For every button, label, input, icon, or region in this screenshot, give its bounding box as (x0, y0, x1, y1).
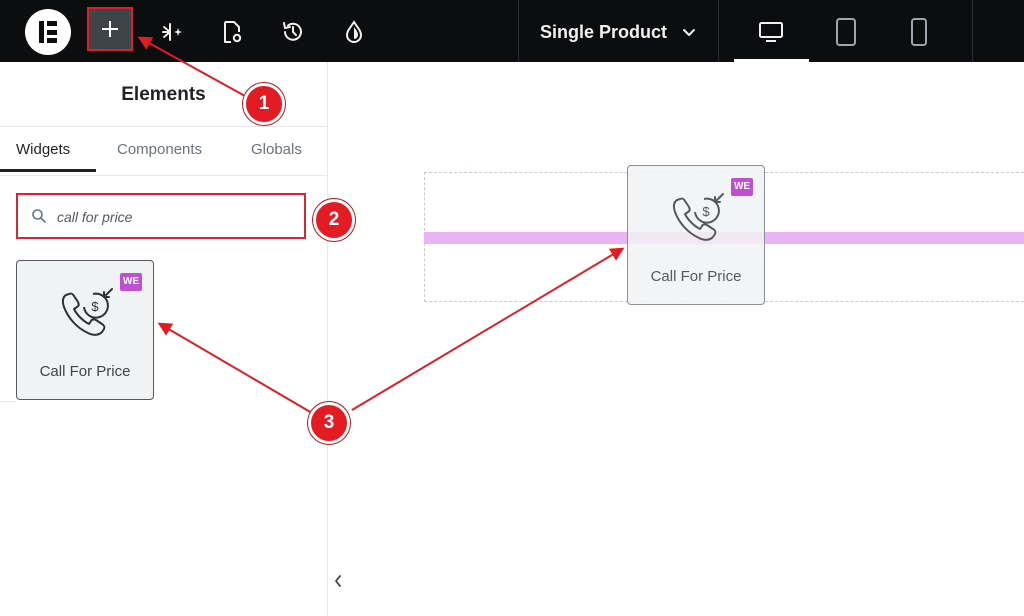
ai-sparkle-button[interactable] (154, 14, 190, 50)
widget-label: Call For Price (39, 363, 131, 380)
sparkle-icon (162, 23, 182, 41)
tab-components[interactable]: Components (117, 141, 202, 158)
history-icon (283, 22, 302, 41)
tablet-icon (836, 18, 856, 46)
svg-text:$: $ (91, 299, 99, 314)
page-settings-icon (224, 21, 242, 43)
chevron-down-icon (683, 29, 696, 36)
pro-badge-icon: WE (731, 178, 753, 196)
theme-style-button[interactable] (336, 14, 372, 50)
collapse-panel-button[interactable] (327, 546, 348, 616)
divider (0, 401, 16, 402)
annotation-marker-2: 2 (313, 199, 355, 241)
page-settings-button[interactable] (214, 14, 250, 50)
widget-label: Call For Price (650, 268, 742, 285)
elementor-logo-icon[interactable] (25, 9, 71, 55)
device-mobile-button[interactable] (894, 14, 944, 50)
elements-panel: Elements Widgets Components Globals call… (0, 62, 328, 616)
toolbar-separator (972, 0, 973, 62)
widget-call-for-price[interactable]: $ WE Call For Price (16, 260, 154, 400)
widget-search-input[interactable]: call for price (16, 193, 306, 239)
toolbar-separator (718, 0, 719, 62)
active-tab-indicator (0, 169, 96, 172)
tab-widgets[interactable]: Widgets (16, 141, 70, 158)
toolbar-separator (518, 0, 519, 62)
history-button[interactable] (275, 14, 311, 50)
page-selector-label: Single Product (540, 21, 668, 42)
device-desktop-button[interactable] (746, 14, 796, 50)
plus-icon (102, 21, 118, 37)
phone-dollar-icon: $ (672, 193, 724, 241)
add-element-button[interactable] (87, 7, 133, 51)
pro-badge-icon: WE (120, 273, 142, 291)
editor-canvas: $ WE Call For Price (328, 62, 1024, 616)
search-icon (32, 209, 46, 223)
chevron-left-icon (335, 575, 341, 587)
page-selector[interactable]: Single Product (540, 20, 697, 44)
phone-dollar-icon: $ (61, 288, 113, 336)
dragged-widget-call-for-price[interactable]: $ WE Call For Price (627, 165, 765, 305)
svg-text:$: $ (702, 204, 710, 219)
annotation-marker-1: 1 (243, 83, 285, 125)
theme-style-icon (345, 20, 363, 43)
editor-top-bar: Single Product (0, 0, 1024, 62)
desktop-icon (759, 22, 783, 42)
annotation-marker-3: 3 (308, 402, 350, 444)
mobile-icon (911, 18, 927, 46)
search-value: call for price (57, 209, 133, 225)
device-tablet-button[interactable] (821, 14, 871, 50)
tab-globals[interactable]: Globals (251, 141, 302, 158)
